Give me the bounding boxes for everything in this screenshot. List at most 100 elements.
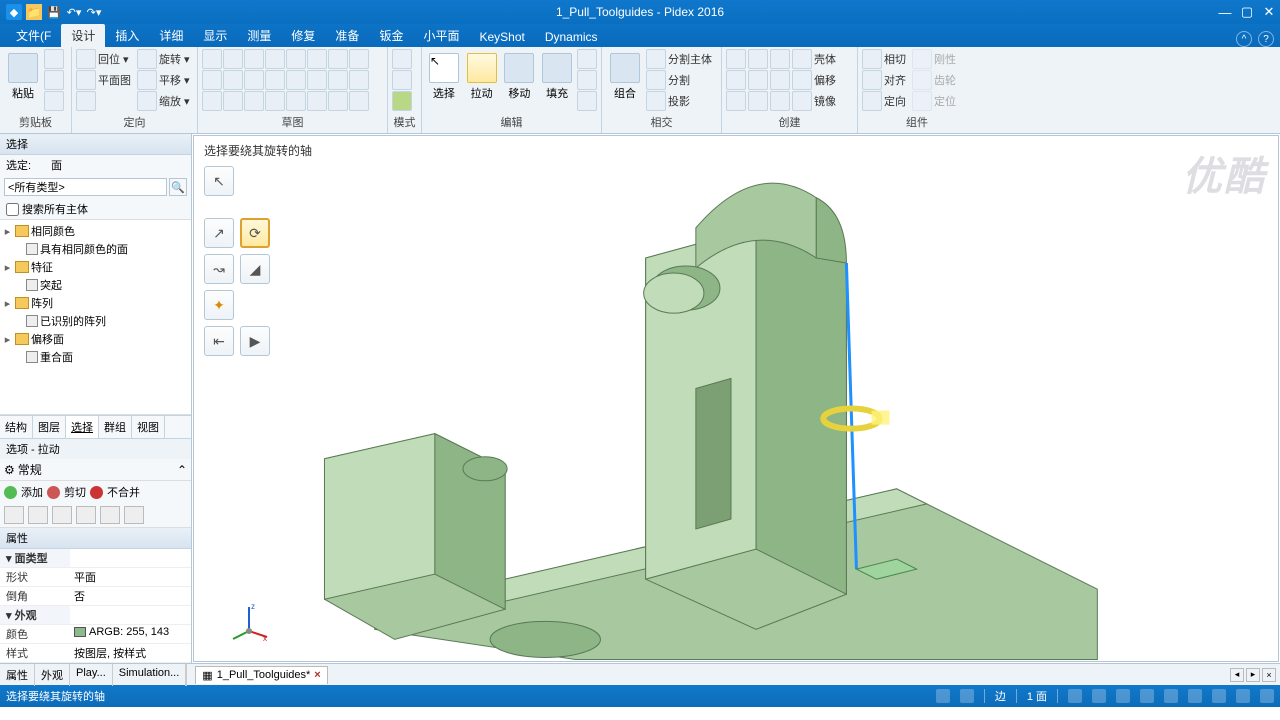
view-triad[interactable]: z x [229,601,269,641]
mode1-icon[interactable] [392,49,412,69]
close-button[interactable]: ✕ [1258,1,1280,23]
sk18-icon[interactable] [223,91,243,111]
tabnav-right-icon[interactable]: ▸ [1246,668,1260,682]
c5-icon[interactable] [748,70,768,90]
orient2-icon[interactable] [862,91,882,111]
offset-icon[interactable] [792,70,812,90]
collapse-icon[interactable]: ⌃ [177,463,187,477]
zoom-icon[interactable] [137,91,157,111]
selection-tree[interactable]: ▸相同颜色 具有相同颜色的面 ▸特征 突起 ▸阵列 已识别的阵列 ▸偏移面 重合… [0,219,191,415]
opt5-icon[interactable] [100,506,120,524]
redo-icon[interactable]: ↷▾ [86,4,102,20]
sk22-icon[interactable] [307,91,327,111]
sk20-icon[interactable] [265,91,285,111]
guide-uptoface-icon[interactable]: ↗ [204,218,234,248]
c2-icon[interactable] [726,70,746,90]
save-icon[interactable]: 💾 [46,4,62,20]
spline-icon[interactable] [286,49,306,69]
guide-prev-icon[interactable]: ⇤ [204,326,234,356]
tangent-icon[interactable] [862,49,882,69]
mirror-icon[interactable] [792,91,812,111]
c3-icon[interactable] [726,91,746,111]
status-i8-icon[interactable] [1236,689,1250,703]
file-tab[interactable]: ▦ 1_Pull_Toolguides* × [195,666,327,684]
sk13-icon[interactable] [286,70,306,90]
viewport[interactable]: 选择要绕其旋转的轴 优酷 ↖ ↗⟳ ↝◢ ✦ ⇤▶ [193,135,1279,662]
undo-icon[interactable]: ↶▾ [66,4,82,20]
mode3-icon[interactable] [392,91,412,111]
tab-file[interactable]: 文件(F [6,24,61,47]
status-i7-icon[interactable] [1212,689,1226,703]
sk24-icon[interactable] [349,91,369,111]
minimize-button[interactable]: — [1214,1,1236,23]
status-i5-icon[interactable] [1164,689,1178,703]
open-icon[interactable]: 📁 [26,4,42,20]
copy-icon[interactable] [44,70,64,90]
tabnav-close-icon[interactable]: × [1262,668,1276,682]
mode2-icon[interactable] [392,70,412,90]
options-general[interactable]: ⚙ 常规 ⌃ [0,459,191,481]
status-i1-icon[interactable] [1068,689,1082,703]
spin-icon[interactable] [137,49,157,69]
split-icon[interactable] [646,70,666,90]
search-all-checkbox[interactable] [6,203,19,216]
tab-design[interactable]: 设计 [61,24,105,47]
tab-repair[interactable]: 修复 [281,24,325,47]
c4-icon[interactable] [748,49,768,69]
opt3-icon[interactable] [52,506,72,524]
ribbon-minimize-icon[interactable]: ^ [1236,31,1252,47]
align-icon[interactable] [862,70,882,90]
e2-icon[interactable] [577,70,597,90]
shell-icon[interactable] [792,49,812,69]
filter-input[interactable] [4,178,167,196]
btab-props[interactable]: 属性 [0,664,35,686]
tab-views[interactable]: 视图 [132,416,165,438]
opt1-icon[interactable] [4,506,24,524]
sk14-icon[interactable] [307,70,327,90]
splitbody-icon[interactable] [646,49,666,69]
status-i2-icon[interactable] [1092,689,1106,703]
clip-icon[interactable] [44,91,64,111]
fill-button[interactable]: 填充 [539,49,575,101]
sk15-icon[interactable] [328,70,348,90]
search-all-bodies[interactable]: 搜索所有主体 [0,199,191,219]
cut-icon[interactable] [44,49,64,69]
guide-select-icon[interactable]: ↖ [204,166,234,196]
e3-icon[interactable] [577,91,597,111]
home-icon[interactable] [76,49,96,69]
guide-ruler-icon[interactable]: ✦ [204,290,234,320]
opt4-icon[interactable] [76,506,96,524]
tab-insert[interactable]: 插入 [105,24,149,47]
sk11-icon[interactable] [244,70,264,90]
c1-icon[interactable] [726,49,746,69]
sk9-icon[interactable] [202,70,222,90]
btab-play[interactable]: Play... [70,664,113,686]
tab-groups[interactable]: 群组 [99,416,132,438]
tab-display[interactable]: 显示 [193,24,237,47]
maximize-button[interactable]: ▢ [1236,1,1258,23]
opt6-icon[interactable] [124,506,144,524]
project-icon[interactable] [646,91,666,111]
tab-measure[interactable]: 测量 [237,24,281,47]
e1-icon[interactable] [577,49,597,69]
sk8-icon[interactable] [349,49,369,69]
pull-button[interactable]: 拉动 [464,49,500,101]
trim-icon[interactable] [307,49,327,69]
rect-icon[interactable] [223,49,243,69]
tab-structure[interactable]: 结构 [0,416,33,438]
help-icon[interactable]: ? [1258,31,1274,47]
tab-layers[interactable]: 图层 [33,416,66,438]
tab-facet[interactable]: 小平面 [413,24,469,47]
c8-icon[interactable] [770,70,790,90]
file-tab-close[interactable]: × [314,669,320,681]
c6-icon[interactable] [748,91,768,111]
c9-icon[interactable] [770,91,790,111]
sk19-icon[interactable] [244,91,264,111]
status-shade-icon[interactable] [936,689,950,703]
sk23-icon[interactable] [328,91,348,111]
status-persp-icon[interactable] [960,689,974,703]
status-i3-icon[interactable] [1116,689,1130,703]
extend-icon[interactable] [328,49,348,69]
tab-detail[interactable]: 详细 [149,24,193,47]
tab-selection[interactable]: 选择 [66,416,99,439]
